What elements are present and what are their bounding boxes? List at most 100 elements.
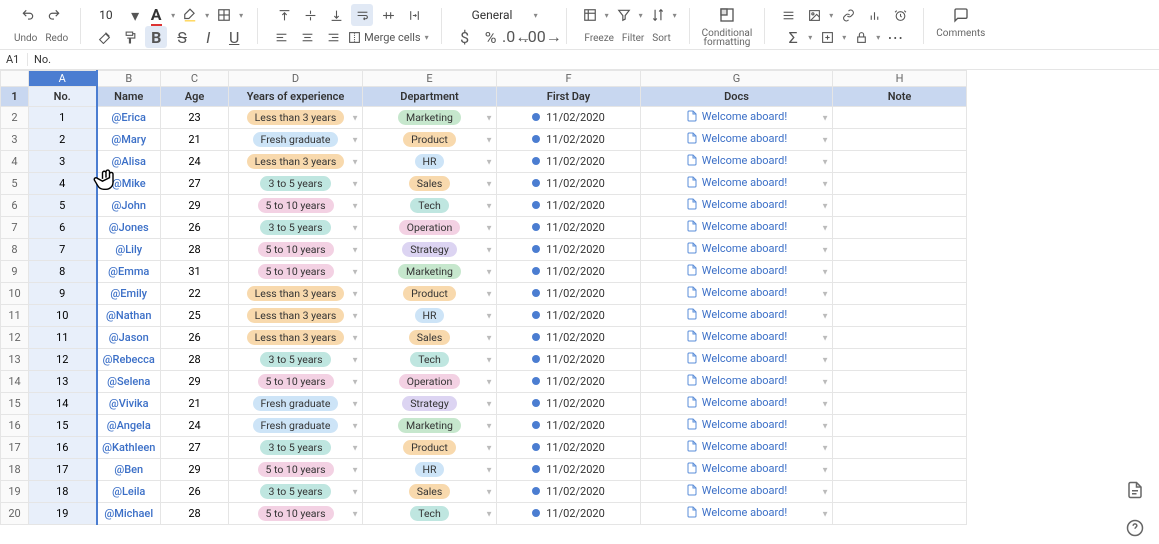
mention-link[interactable]: @Alisa (112, 155, 146, 168)
row-header[interactable]: 19 (1, 481, 29, 503)
cell-name[interactable]: @Emma (97, 261, 161, 283)
cell-day[interactable]: 11/02/2020 (497, 195, 641, 217)
cell-age[interactable]: 28 (161, 503, 229, 525)
cell-note[interactable] (833, 349, 967, 371)
cell-note[interactable] (833, 151, 967, 173)
cell-day[interactable]: 11/02/2020 (497, 217, 641, 239)
cell-age[interactable]: 31 (161, 261, 229, 283)
dropdown-icon[interactable]: ▼ (485, 245, 493, 254)
cell-day[interactable]: 11/02/2020 (497, 371, 641, 393)
dropdown-icon[interactable]: ▼ (351, 421, 359, 430)
cell-docs[interactable]: Welcome aboard!▼ (641, 261, 833, 283)
cell-docs[interactable]: Welcome aboard!▼ (641, 195, 833, 217)
dropdown-icon[interactable]: ▼ (351, 179, 359, 188)
doc-link[interactable]: Welcome aboard! (686, 176, 787, 189)
cell-age[interactable]: 22 (161, 283, 229, 305)
col-header-d[interactable]: D (229, 71, 363, 87)
cell-note[interactable] (833, 173, 967, 195)
cell-dept[interactable]: HR▼ (363, 459, 497, 481)
chart-button[interactable] (863, 4, 885, 26)
hdr-name[interactable]: Name (97, 87, 161, 107)
dropdown-icon[interactable]: ▼ (821, 245, 829, 254)
dropdown-icon[interactable]: ▼ (351, 113, 359, 122)
dropdown-icon[interactable]: ▼ (485, 267, 493, 276)
cell-no[interactable]: 8 (29, 261, 97, 283)
row-header[interactable]: 12 (1, 327, 29, 349)
dropdown-icon[interactable]: ▼ (351, 135, 359, 144)
doc-link[interactable]: Welcome aboard! (686, 462, 787, 475)
mention-link[interactable]: @Ben (114, 463, 143, 476)
doc-link[interactable]: Welcome aboard! (686, 330, 787, 343)
cell-dept[interactable]: Sales▼ (363, 173, 497, 195)
cell-exp[interactable]: 5 to 10 years▼ (229, 459, 363, 481)
overflow-button[interactable] (377, 4, 399, 26)
dropdown-icon[interactable]: ▼ (821, 333, 829, 342)
cell-age[interactable]: 21 (161, 129, 229, 151)
mention-link[interactable]: @Jason (109, 331, 149, 344)
mention-link[interactable]: @Rebecca (103, 353, 155, 366)
doc-link[interactable]: Welcome aboard! (686, 484, 787, 497)
cell-exp[interactable]: Fresh graduate▼ (229, 393, 363, 415)
cell-dept[interactable]: Tech▼ (363, 195, 497, 217)
fill-color-button[interactable] (179, 4, 201, 26)
row-height-button[interactable] (777, 4, 799, 26)
cell-age[interactable]: 21 (161, 393, 229, 415)
cell-name[interactable]: @Ben (97, 459, 161, 481)
hdr-age[interactable]: Age (161, 87, 229, 107)
cell-day[interactable]: 11/02/2020 (497, 107, 641, 129)
redo-button[interactable] (43, 4, 65, 26)
cell-docs[interactable]: Welcome aboard!▼ (641, 503, 833, 525)
cell-no[interactable]: 11 (29, 327, 97, 349)
cell-day[interactable]: 11/02/2020 (497, 481, 641, 503)
cell-dept[interactable]: Strategy▼ (363, 239, 497, 261)
cell-age[interactable]: 29 (161, 371, 229, 393)
cell-age[interactable]: 26 (161, 481, 229, 503)
row-header[interactable]: 3 (1, 129, 29, 151)
more-button[interactable]: ⋯ (884, 26, 906, 48)
cell-docs[interactable]: Welcome aboard!▼ (641, 283, 833, 305)
hdr-dept[interactable]: Department (363, 87, 497, 107)
row-header[interactable]: 14 (1, 371, 29, 393)
cell-name[interactable]: @Angela (97, 415, 161, 437)
cell-dept[interactable]: Sales▼ (363, 327, 497, 349)
mention-link[interactable]: @Emily (110, 287, 147, 300)
cell-note[interactable] (833, 305, 967, 327)
cell-age[interactable]: 26 (161, 217, 229, 239)
cell-no[interactable]: 18 (29, 481, 97, 503)
dropdown-icon[interactable]: ▼ (485, 223, 493, 232)
cell-docs[interactable]: Welcome aboard!▼ (641, 129, 833, 151)
link-button[interactable] (837, 4, 859, 26)
cell-name[interactable]: @Mike (97, 173, 161, 195)
undo-button[interactable] (17, 4, 39, 26)
cell-age[interactable]: 24 (161, 415, 229, 437)
borders-button[interactable] (213, 4, 235, 26)
dropdown-icon[interactable]: ▼ (821, 135, 829, 144)
row-header[interactable]: 18 (1, 459, 29, 481)
cell-name[interactable]: @John (97, 195, 161, 217)
format-painter-button[interactable] (119, 26, 141, 48)
cell-no[interactable]: 7 (29, 239, 97, 261)
cell-docs[interactable]: Welcome aboard!▼ (641, 393, 833, 415)
row-header[interactable]: 7 (1, 217, 29, 239)
dropdown-icon[interactable]: ▼ (351, 157, 359, 166)
row-header[interactable]: 6 (1, 195, 29, 217)
cell-docs[interactable]: Welcome aboard!▼ (641, 349, 833, 371)
dropdown-icon[interactable]: ▼ (485, 509, 493, 518)
cell-note[interactable] (833, 261, 967, 283)
cell-dept[interactable]: Marketing▼ (363, 107, 497, 129)
dropdown-icon[interactable]: ▼ (821, 377, 829, 386)
italic-button[interactable]: I (197, 26, 219, 48)
cell-dept[interactable]: Tech▼ (363, 349, 497, 371)
align-center-button[interactable] (296, 26, 318, 48)
mention-link[interactable]: @Selena (107, 375, 150, 388)
mention-link[interactable]: @Mary (111, 133, 146, 146)
dropdown-icon[interactable]: ▼ (351, 223, 359, 232)
cell-no[interactable]: 19 (29, 503, 97, 525)
dropdown-icon[interactable]: ▼ (351, 245, 359, 254)
row-header[interactable]: 5 (1, 173, 29, 195)
cell-no[interactable]: 13 (29, 371, 97, 393)
hdr-note[interactable]: Note (833, 87, 967, 107)
row-header[interactable]: 9 (1, 261, 29, 283)
cell-name[interactable]: @Emily (97, 283, 161, 305)
mention-link[interactable]: @Lily (115, 243, 142, 256)
